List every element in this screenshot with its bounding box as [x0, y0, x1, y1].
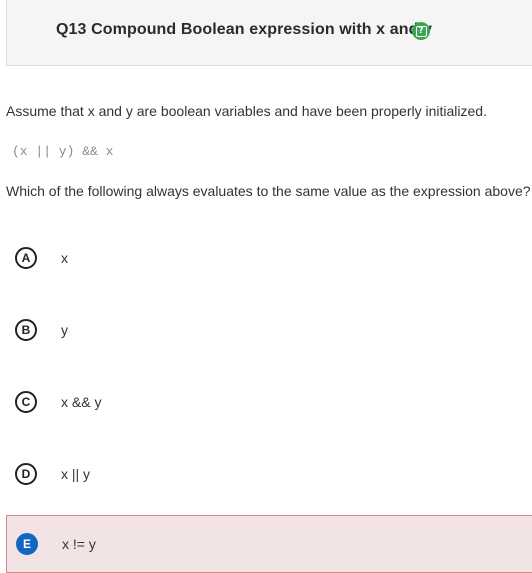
choice-d[interactable]: D x || y — [6, 446, 532, 502]
choice-c-text: x && y — [61, 394, 102, 410]
choice-d-text: x || y — [61, 466, 91, 482]
choice-a[interactable]: A x — [6, 230, 532, 286]
question-prompt: Assume that x and y are boolean variable… — [6, 103, 487, 119]
choice-e-text: x != y — [62, 536, 96, 552]
choice-b-text: y — [61, 322, 68, 338]
choice-e[interactable]: E x != y — [6, 515, 532, 573]
choice-b-badge[interactable]: B — [15, 319, 37, 341]
question-mark-glyph: ? — [415, 25, 427, 37]
question-header: Q13 Compound Boolean expression with x a… — [6, 0, 532, 66]
question-title: Q13 Compound Boolean expression with x a… — [56, 21, 433, 38]
choice-a-badge[interactable]: A — [15, 247, 37, 269]
choice-c-badge[interactable]: C — [15, 391, 37, 413]
help-icon[interactable]: ? — [412, 22, 430, 40]
question-text: Which of the following always evaluates … — [6, 183, 531, 199]
choice-d-badge[interactable]: D — [15, 463, 37, 485]
choice-c[interactable]: C x && y — [6, 374, 532, 430]
choice-a-text: x — [61, 250, 68, 266]
choice-e-badge[interactable]: E — [16, 533, 38, 555]
code-expression: (x || y) && x — [12, 144, 114, 159]
choice-b[interactable]: B y — [6, 302, 532, 358]
